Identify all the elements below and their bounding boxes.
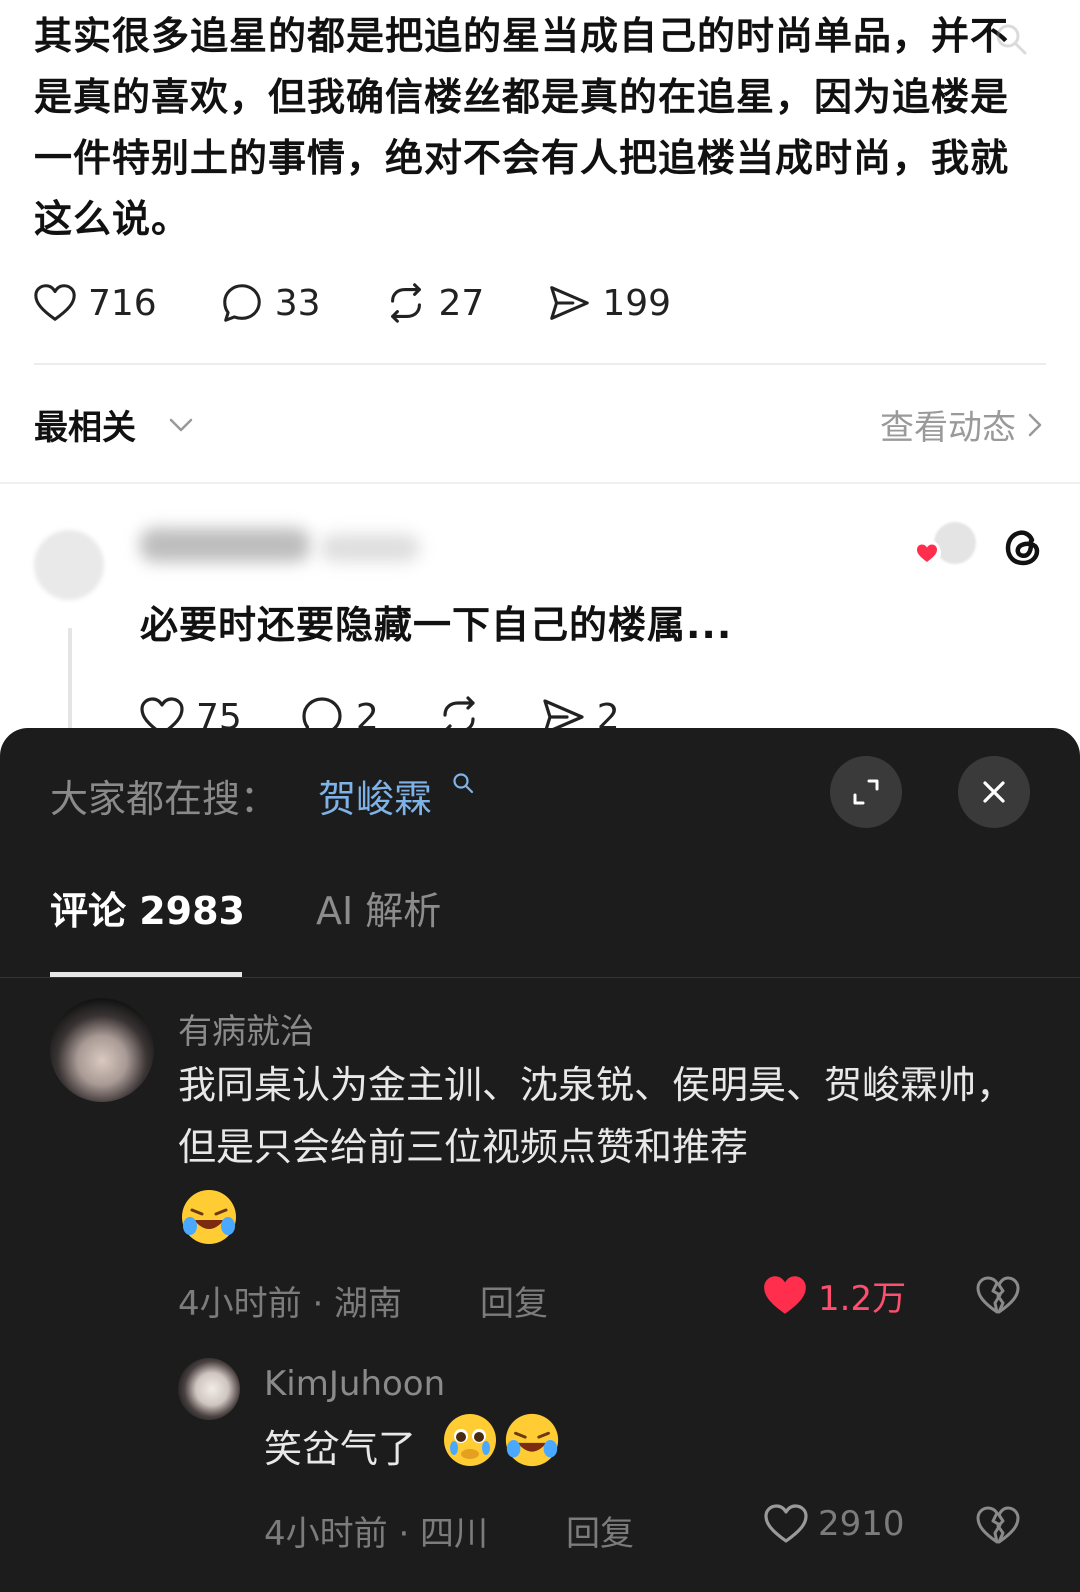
laughing-crying-emoji-icon — [505, 1413, 559, 1467]
heart-icon — [764, 1504, 808, 1543]
repost-icon — [390, 283, 421, 323]
avatar[interactable] — [178, 1358, 240, 1420]
reply-text: 必要时还要隐藏一下自己的楼属... — [140, 603, 733, 647]
post-stats: 716 33 27 199 — [32, 278, 733, 328]
post-area: 其实很多追星的都是把追的星当成自己的时尚单品，并不是真的喜欢，但我确信楼丝都是真… — [0, 0, 1080, 740]
comment-count: 33 — [274, 282, 321, 324]
heart-icon — [34, 284, 76, 321]
view-activity-link[interactable]: 查看动态 — [880, 400, 1016, 449]
divider — [34, 363, 1046, 365]
sort-row: 最相关 查看动态 — [34, 398, 1046, 448]
avatar[interactable] — [34, 530, 104, 600]
heart-filled-icon — [764, 1276, 806, 1314]
comment-action[interactable]: 33 — [219, 280, 321, 326]
share-action[interactable]: 199 — [546, 280, 671, 326]
chevron-down-icon[interactable] — [166, 410, 196, 440]
laughing-crying-emoji-icon — [182, 1190, 236, 1244]
threads-logo-icon[interactable] — [998, 522, 1048, 572]
comment-like-count: 1.2万 — [818, 1278, 907, 1319]
username-blurred — [140, 528, 310, 562]
share-count: 199 — [602, 282, 672, 324]
expand-icon — [853, 779, 879, 805]
comment-text: 笑岔气了 — [264, 1427, 417, 1471]
comment-like-count: 2910 — [818, 1504, 905, 1544]
reply-button[interactable]: 回复 — [480, 1276, 548, 1325]
chevron-right-icon[interactable] — [1024, 410, 1046, 440]
tab-ai-analysis[interactable]: AI 解析 — [316, 880, 441, 935]
comment-icon — [222, 284, 261, 322]
comment-username[interactable]: KimJuhoon — [264, 1364, 445, 1404]
comment-meta: 4小时前 · 湖南 — [178, 1284, 403, 1324]
sort-dropdown[interactable]: 最相关 — [34, 400, 136, 449]
tab-comments[interactable]: 评论 2983 — [50, 880, 245, 935]
avatar[interactable] — [50, 998, 154, 1102]
trending-search-label: 大家都在搜： — [50, 777, 279, 821]
search-icon — [453, 773, 474, 794]
comment-sheet: 大家都在搜： 贺峻霖 评论 2983 AI 解析 有病就治 我同桌认为金主训、沈… — [0, 728, 1080, 1592]
send-icon — [550, 286, 590, 320]
comment-like-button[interactable]: 2910 — [762, 1500, 905, 1548]
trending-search-term[interactable]: 贺峻霖 — [318, 768, 432, 823]
comment-text: 我同桌认为金主训、沈泉锐、侯明昊、贺峻霖帅，但是只会给前三位视频点赞和推荐 — [178, 1063, 1015, 1169]
post-text: 其实很多追星的都是把追的星当成自己的时尚单品，并不是真的喜欢，但我确信楼丝都是真… — [34, 14, 1010, 241]
expand-button[interactable] — [830, 756, 902, 828]
thread-line — [68, 628, 72, 740]
broken-heart-icon[interactable] — [974, 1502, 1020, 1548]
reply-button[interactable]: 回复 — [566, 1506, 634, 1555]
divider — [0, 977, 1080, 978]
search-icon[interactable] — [994, 22, 1028, 56]
close-button[interactable] — [958, 756, 1030, 828]
divider — [0, 482, 1080, 484]
repost-action[interactable]: 27 — [383, 280, 485, 326]
comment-meta: 4小时前 · 四川 — [264, 1514, 489, 1554]
like-action[interactable]: 716 — [32, 280, 157, 326]
timestamp-blurred — [320, 534, 420, 562]
broken-heart-icon[interactable] — [974, 1272, 1020, 1318]
heart-icon — [913, 539, 941, 567]
repost-count: 27 — [438, 282, 485, 324]
comment-username[interactable]: 有病就治 — [178, 1004, 314, 1053]
comment-like-button[interactable]: 1.2万 — [760, 1270, 906, 1320]
like-count: 716 — [88, 282, 157, 324]
close-icon — [983, 781, 1005, 803]
pleading-crying-emoji-icon — [444, 1414, 496, 1466]
